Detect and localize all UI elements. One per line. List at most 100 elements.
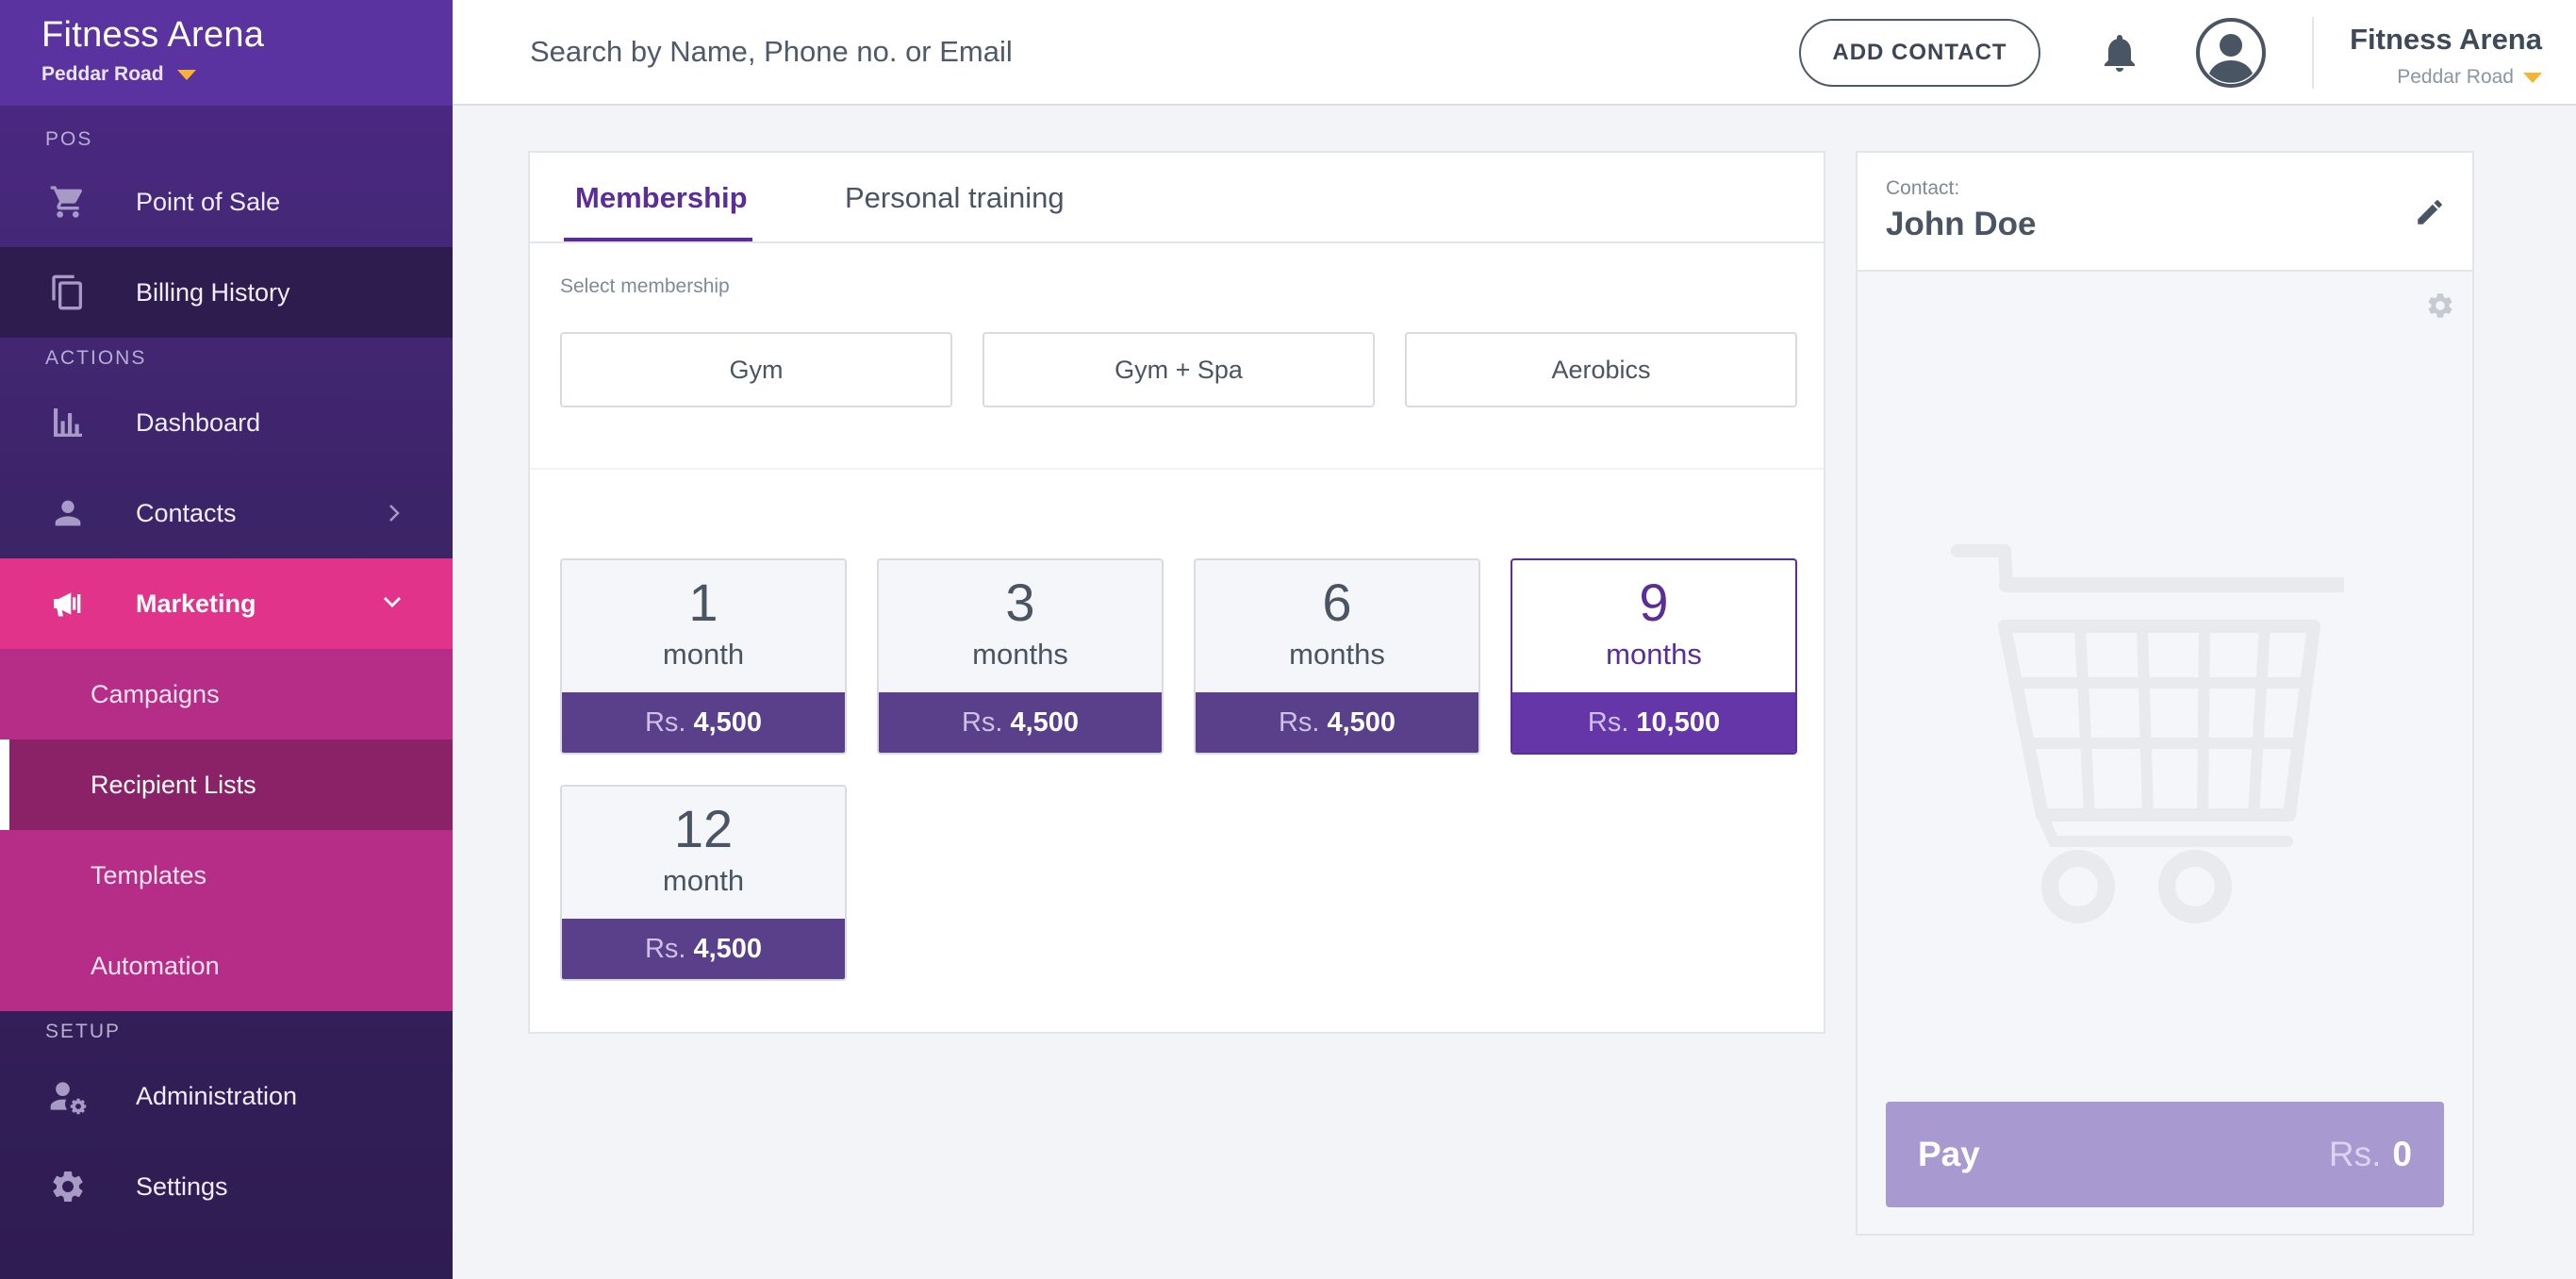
sidebar-item-label: Administration bbox=[136, 1081, 298, 1110]
price-amount: 4,500 bbox=[693, 706, 763, 738]
brand-name: Fitness Arena bbox=[41, 15, 265, 55]
section-setup: SETUP bbox=[45, 1021, 122, 1042]
sidebar-item-automation[interactable]: Automation bbox=[0, 921, 453, 1011]
plan-unit: months bbox=[1606, 638, 1702, 671]
caret-down-icon bbox=[2523, 72, 2542, 83]
plan-unit: month bbox=[662, 638, 745, 671]
plan-duration: 9 bbox=[1639, 573, 1669, 632]
plan-card-12[interactable]: 12 month Rs. 4,500 bbox=[560, 785, 847, 981]
cart-panel: Contact: John Doe Pay Rs. 0 bbox=[1856, 151, 2474, 1236]
currency-label: Rs. bbox=[2328, 1135, 2382, 1173]
plan-unit: months bbox=[1289, 638, 1385, 671]
location-label: Peddar Road bbox=[41, 63, 164, 85]
account-location: Peddar Road bbox=[2350, 66, 2542, 89]
header-divider bbox=[2312, 17, 2314, 89]
pay-total: Rs. 0 bbox=[2329, 1135, 2412, 1174]
plan-duration: 1 bbox=[688, 573, 718, 632]
plan-unit: months bbox=[972, 638, 1068, 671]
price-amount: 4,500 bbox=[693, 933, 763, 964]
sidebar-item-label: Templates bbox=[91, 860, 207, 889]
account-name: Fitness Arena bbox=[2350, 23, 2542, 56]
cart-settings-gear-icon[interactable] bbox=[2425, 291, 2455, 325]
currency-label: Rs. bbox=[961, 706, 1003, 738]
section-actions: ACTIONS bbox=[45, 347, 147, 369]
sidebar-item-label: Dashboard bbox=[136, 407, 261, 437]
plan-price: Rs. 4,500 bbox=[562, 919, 845, 979]
total-amount: 0 bbox=[2392, 1135, 2412, 1173]
sidebar-item-campaigns[interactable]: Campaigns bbox=[0, 649, 453, 739]
currency-label: Rs. bbox=[644, 706, 686, 738]
plan-price: Rs. 4,500 bbox=[562, 692, 845, 753]
chevron-right-icon bbox=[383, 500, 405, 533]
sidebar-item-templates[interactable]: Templates bbox=[0, 830, 453, 921]
sidebar: Fitness Arena Peddar Road POS Point of S… bbox=[0, 0, 453, 1279]
sidebar-item-label: Settings bbox=[136, 1171, 228, 1201]
sidebar-item-label: Recipient Lists bbox=[91, 770, 256, 799]
category-gym-button[interactable]: Gym bbox=[560, 332, 952, 407]
plan-price: Rs. 10,500 bbox=[1512, 692, 1795, 753]
search-input[interactable] bbox=[528, 34, 1282, 70]
user-settings-icon bbox=[47, 1075, 89, 1117]
bar-chart-icon bbox=[47, 402, 89, 443]
plan-unit: month bbox=[662, 864, 745, 897]
tab-personal-training[interactable]: Personal training bbox=[845, 181, 1065, 215]
price-amount: 4,500 bbox=[1327, 706, 1396, 738]
sidebar-item-contacts[interactable]: Contacts bbox=[0, 468, 453, 558]
sidebar-item-label: Contacts bbox=[136, 498, 237, 527]
plan-price: Rs. 4,500 bbox=[879, 692, 1162, 753]
avatar-icon[interactable] bbox=[2195, 17, 2267, 93]
sidebar-brand[interactable]: Fitness Arena Peddar Road bbox=[0, 0, 453, 106]
empty-cart-icon bbox=[1948, 540, 2350, 940]
select-membership-label: Select membership bbox=[560, 275, 730, 297]
membership-panel: Membership Personal training Select memb… bbox=[528, 151, 1825, 1034]
sidebar-item-billing-history[interactable]: Billing History bbox=[0, 247, 453, 338]
sidebar-item-administration[interactable]: Administration bbox=[0, 1051, 453, 1141]
sidebar-item-marketing[interactable]: Marketing bbox=[0, 558, 453, 649]
sidebar-item-label: Campaigns bbox=[91, 679, 220, 708]
copy-icon bbox=[47, 272, 89, 313]
plan-duration: 12 bbox=[673, 799, 734, 858]
tab-membership[interactable]: Membership bbox=[575, 181, 748, 215]
plan-price: Rs. 4,500 bbox=[1196, 692, 1478, 753]
plan-card-9[interactable]: 9 months Rs. 10,500 bbox=[1511, 558, 1797, 755]
price-amount: 10,500 bbox=[1636, 706, 1721, 738]
account-location-label: Peddar Road bbox=[2397, 66, 2514, 88]
megaphone-icon bbox=[47, 583, 89, 624]
top-header: ADD CONTACT Fitness Arena Peddar Road bbox=[453, 0, 2576, 106]
currency-label: Rs. bbox=[644, 933, 686, 964]
sidebar-item-dashboard[interactable]: Dashboard bbox=[0, 377, 453, 468]
category-aerobics-button[interactable]: Aerobics bbox=[1405, 332, 1797, 407]
cart-contact-header: Contact: John Doe bbox=[1858, 153, 2472, 272]
pay-button[interactable]: Pay Rs. 0 bbox=[1886, 1102, 2444, 1207]
sidebar-item-label: Billing History bbox=[136, 277, 290, 307]
caret-down-icon bbox=[176, 69, 196, 80]
sidebar-item-label: Automation bbox=[91, 951, 220, 980]
account-switcher[interactable]: Fitness Arena Peddar Road bbox=[2350, 23, 2542, 89]
sidebar-item-point-of-sale[interactable]: Point of Sale bbox=[0, 157, 453, 247]
gear-icon bbox=[47, 1166, 89, 1207]
plan-card-1[interactable]: 1 month Rs. 4,500 bbox=[560, 558, 847, 755]
pay-label: Pay bbox=[1918, 1135, 1980, 1173]
category-gym-spa-button[interactable]: Gym + Spa bbox=[983, 332, 1375, 407]
contact-label: Contact: bbox=[1886, 177, 1960, 199]
currency-label: Rs. bbox=[1587, 706, 1629, 738]
divider bbox=[530, 468, 1824, 470]
bell-icon[interactable] bbox=[2097, 30, 2142, 80]
plan-card-3[interactable]: 3 months Rs. 4,500 bbox=[877, 558, 1164, 755]
contact-name: John Doe bbox=[1886, 206, 2037, 242]
chevron-down-icon bbox=[379, 590, 405, 620]
section-pos: POS bbox=[45, 128, 93, 150]
cart-icon bbox=[47, 181, 89, 223]
add-contact-button[interactable]: ADD CONTACT bbox=[1799, 19, 2040, 87]
plan-duration: 6 bbox=[1322, 573, 1352, 632]
sidebar-item-recipient-lists[interactable]: Recipient Lists bbox=[0, 739, 453, 830]
pencil-icon[interactable] bbox=[2414, 196, 2446, 233]
price-amount: 4,500 bbox=[1010, 706, 1080, 738]
plan-duration: 3 bbox=[1005, 573, 1035, 632]
currency-label: Rs. bbox=[1278, 706, 1320, 738]
plan-card-6[interactable]: 6 months Rs. 4,500 bbox=[1194, 558, 1480, 755]
location-selector[interactable]: Peddar Road bbox=[41, 63, 453, 86]
sidebar-item-settings[interactable]: Settings bbox=[0, 1141, 453, 1232]
tab-bar: Membership Personal training bbox=[530, 153, 1824, 243]
sidebar-item-label: Point of Sale bbox=[136, 187, 281, 216]
